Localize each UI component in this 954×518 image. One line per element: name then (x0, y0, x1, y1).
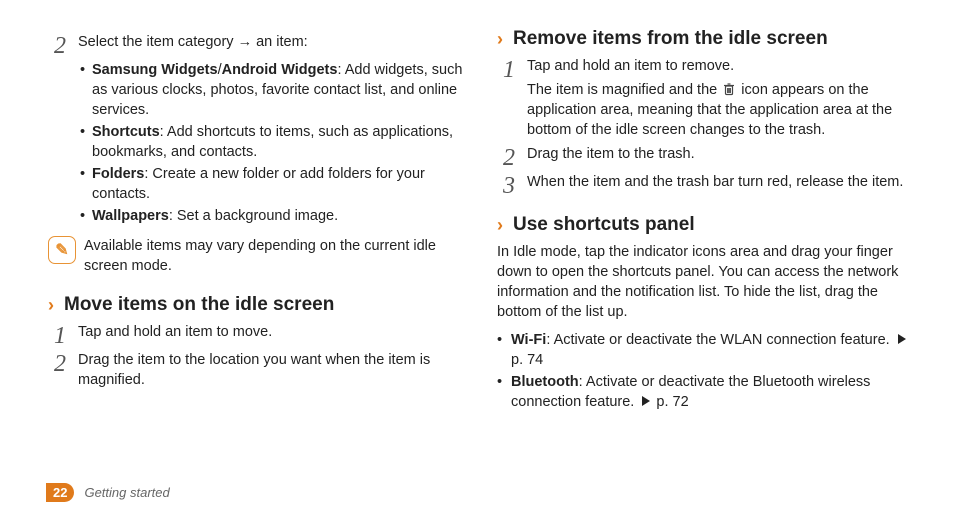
move-step-1: 1 Tap and hold an item to move. (48, 322, 473, 346)
step-text: Tap and hold an item to move. (78, 322, 473, 342)
bullet-rest: : Set a background image. (169, 208, 338, 224)
note-text: Available items may vary depending on th… (84, 236, 473, 276)
heading-text: Use shortcuts panel (513, 214, 695, 236)
left-column: 2 Select the item category → an item: • … (46, 28, 487, 508)
bullet-samsung-widgets: • Samsung Widgets/Android Widgets: Add w… (80, 60, 473, 120)
step-line-2: The item is magnified and the icon appea… (527, 80, 922, 140)
step-2-container: 2 Select the item category → an item: (48, 32, 473, 56)
bullet-text: Samsung Widgets/Android Widgets: Add wid… (92, 60, 473, 120)
bold-label: Wi-Fi (511, 332, 546, 348)
step-text: When the item and the trash bar turn red… (527, 172, 922, 192)
heading-move-items: › Move items on the idle screen (48, 294, 473, 316)
bullet-dot: • (80, 206, 92, 226)
bold-label-2: Android Widgets (222, 62, 338, 78)
step-number: 2 (48, 352, 72, 376)
heading-remove-items: › Remove items from the idle screen (497, 28, 922, 50)
step-number: 2 (48, 34, 72, 58)
heading-text: Move items on the idle screen (64, 294, 334, 316)
step-number: 3 (497, 174, 521, 198)
bullet-folders: • Folders: Create a new folder or add fo… (80, 164, 473, 204)
bold-label: Shortcuts (92, 124, 160, 140)
bullet-shortcuts: • Shortcuts: Add shortcuts to items, suc… (80, 122, 473, 162)
text-before-icon: The item is magnified and the (527, 82, 721, 98)
bold-label: Wallpapers (92, 208, 169, 224)
bullet-text: Folders: Create a new folder or add fold… (92, 164, 473, 204)
page-ref: p. 72 (652, 394, 688, 410)
step-text: Drag the item to the location you want w… (78, 350, 473, 390)
bullet-text: Wi-Fi: Activate or deactivate the WLAN c… (511, 330, 922, 370)
bullet-dot: • (497, 372, 511, 412)
step-body: Tap and hold an item to remove. The item… (527, 56, 922, 140)
chevron-right-icon: › (497, 29, 503, 50)
chevron-right-icon: › (497, 215, 503, 236)
section-title: Getting started (84, 485, 169, 500)
remove-step-3: 3 When the item and the trash bar turn r… (497, 172, 922, 196)
bullet-text: Bluetooth: Activate or deactivate the Bl… (511, 372, 922, 412)
right-column: › Remove items from the idle screen 1 Ta… (487, 28, 936, 508)
bullet-rest: : Activate or deactivate the WLAN connec… (546, 332, 893, 348)
step-intro: Select the item category → an item: (78, 32, 473, 52)
heading-text: Remove items from the idle screen (513, 28, 828, 50)
bullet-dot: • (80, 122, 92, 162)
bullet-wifi: • Wi-Fi: Activate or deactivate the WLAN… (497, 330, 922, 370)
bold-label: Folders (92, 166, 144, 182)
page-footer: 22 Getting started (46, 483, 170, 502)
triangle-right-icon (898, 334, 906, 344)
heading-shortcuts-panel: › Use shortcuts panel (497, 214, 922, 236)
step-number: 2 (497, 146, 521, 170)
note-box: ✎ Available items may vary depending on … (48, 236, 473, 276)
chevron-right-icon: › (48, 295, 54, 316)
move-step-2: 2 Drag the item to the location you want… (48, 350, 473, 390)
step-number: 1 (497, 58, 521, 82)
page-ref: p. 74 (511, 352, 543, 368)
bullet-text: Shortcuts: Add shortcuts to items, such … (92, 122, 473, 162)
bullet-wallpapers: • Wallpapers: Set a background image. (80, 206, 473, 226)
shortcuts-paragraph: In Idle mode, tap the indicator icons ar… (497, 242, 922, 322)
trash-icon (723, 82, 735, 96)
bullet-bluetooth: • Bluetooth: Activate or deactivate the … (497, 372, 922, 412)
bold-label: Bluetooth (511, 374, 579, 390)
manual-page: 2 Select the item category → an item: • … (0, 0, 954, 518)
step-text: Drag the item to the trash. (527, 144, 922, 164)
bullet-dot: • (497, 330, 511, 370)
bullet-dot: • (80, 60, 92, 120)
remove-step-1: 1 Tap and hold an item to remove. The it… (497, 56, 922, 140)
step-line-1: Tap and hold an item to remove. (527, 56, 922, 76)
remove-step-2: 2 Drag the item to the trash. (497, 144, 922, 168)
bullet-dot: • (80, 164, 92, 204)
bullet-text: Wallpapers: Set a background image. (92, 206, 473, 226)
step-number: 1 (48, 324, 72, 348)
page-number: 22 (46, 483, 74, 502)
bold-label: Samsung Widgets (92, 62, 218, 78)
triangle-right-icon (642, 396, 650, 406)
note-icon: ✎ (48, 236, 76, 264)
